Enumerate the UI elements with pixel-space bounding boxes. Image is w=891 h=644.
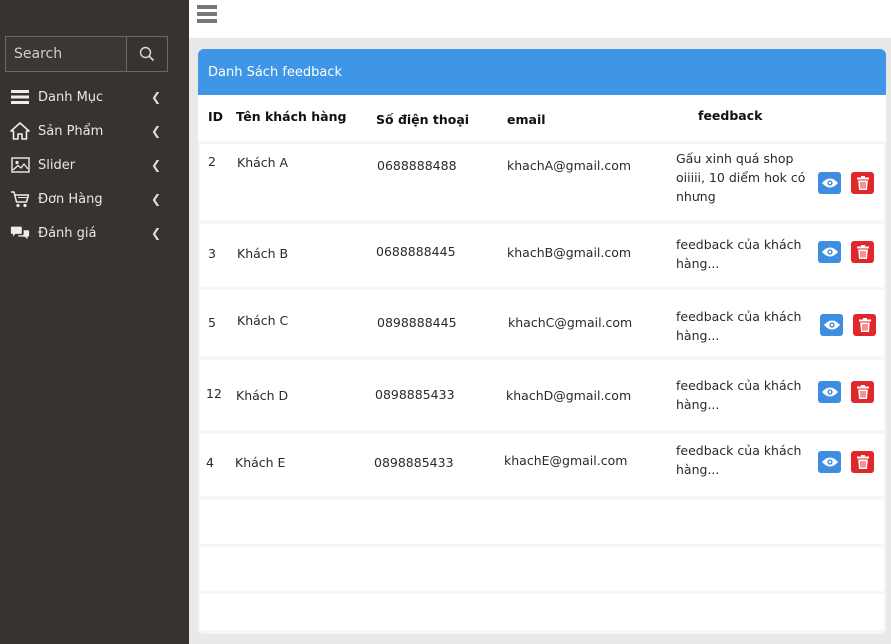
table-row: 2 Khách A 0688888488 khachA@gmail.com Gấ… xyxy=(200,144,884,220)
search-input[interactable] xyxy=(6,37,126,71)
trash-icon xyxy=(856,455,869,469)
cart-icon xyxy=(10,189,30,209)
delete-button[interactable] xyxy=(853,314,876,336)
sidebar-item-san-pham[interactable]: Sản Phẩm ❮ xyxy=(0,114,189,148)
cell-phone: 0688888488 xyxy=(377,158,457,173)
table-row: 12 Khách D 0898885433 khachD@gmail.com f… xyxy=(200,360,884,430)
trash-icon xyxy=(858,318,871,332)
cell-email: khachC@gmail.com xyxy=(508,315,633,330)
cell-id: 12 xyxy=(206,386,222,401)
view-button[interactable] xyxy=(818,172,841,194)
chevron-left-icon: ❮ xyxy=(150,124,161,138)
column-header-name: Tên khách hàng xyxy=(236,109,347,124)
cell-phone: 0898885433 xyxy=(374,455,454,470)
table-header: ID Tên khách hàng Số điện thoại email fe… xyxy=(198,95,886,141)
column-header-id: ID xyxy=(208,109,224,124)
sidebar-item-slider[interactable]: Slider ❮ xyxy=(0,148,189,182)
sidebar-item-label: Danh Mục xyxy=(38,89,104,105)
sidebar-item-label: Đánh giá xyxy=(38,225,97,241)
cell-phone: 0898885433 xyxy=(375,387,455,402)
cell-feedback: feedback của khách hàng... xyxy=(676,309,802,343)
eye-icon xyxy=(823,320,840,330)
cell-feedback: feedback của khách hàng... xyxy=(676,378,802,412)
view-button[interactable] xyxy=(818,451,841,473)
cell-id: 2 xyxy=(208,154,216,169)
sidebar-item-don-hang[interactable]: Đơn Hàng ❮ xyxy=(0,182,189,216)
comments-icon xyxy=(10,223,30,243)
cell-feedback: feedback của khách hàng... xyxy=(676,443,802,477)
column-header-email: email xyxy=(507,112,546,127)
hamburger-icon xyxy=(197,5,217,23)
cell-email: khachE@gmail.com xyxy=(504,453,628,468)
chevron-left-icon: ❮ xyxy=(150,158,161,172)
cell-feedback: feedback của khách hàng... xyxy=(676,237,802,271)
feedback-panel: Danh Sách feedback ID Tên khách hàng Số … xyxy=(198,49,886,634)
eye-icon xyxy=(821,457,838,467)
chevron-left-icon: ❮ xyxy=(150,226,161,240)
view-button[interactable] xyxy=(820,314,843,336)
cell-phone: 0688888445 xyxy=(376,244,456,259)
eye-icon xyxy=(821,387,838,397)
sidebar: Danh Mục ❮ Sản Phẩm ❮ Slider ❮ Đơn Hàng … xyxy=(0,0,189,644)
menu-toggle-button[interactable] xyxy=(197,4,217,28)
search-box xyxy=(5,36,168,72)
chevron-left-icon: ❮ xyxy=(150,192,161,206)
table-row-empty xyxy=(200,547,884,591)
panel-title: Danh Sách feedback xyxy=(198,49,886,95)
sidebar-item-label: Đơn Hàng xyxy=(38,191,103,207)
cell-email: khachA@gmail.com xyxy=(507,158,632,173)
trash-icon xyxy=(856,245,869,259)
cell-name: Khách E xyxy=(235,455,286,470)
delete-button[interactable] xyxy=(851,241,874,263)
cell-email: khachD@gmail.com xyxy=(506,388,632,403)
cell-id: 5 xyxy=(208,315,216,330)
cell-id: 4 xyxy=(206,455,214,470)
table-row: 3 Khách B 0688888445 khachB@gmail.com fe… xyxy=(200,224,884,287)
table-row-empty xyxy=(200,500,884,544)
column-header-feedback: feedback xyxy=(698,108,763,123)
eye-icon xyxy=(821,247,838,257)
table-row-empty xyxy=(200,594,884,630)
image-icon xyxy=(10,155,30,175)
table-row: 5 Khách C 0898888445 khachC@gmail.com fe… xyxy=(200,290,884,356)
list-icon xyxy=(10,87,30,107)
column-header-phone: Số điện thoại xyxy=(376,112,470,127)
delete-button[interactable] xyxy=(851,451,874,473)
sidebar-item-label: Sản Phẩm xyxy=(38,123,104,139)
delete-button[interactable] xyxy=(851,172,874,194)
view-button[interactable] xyxy=(818,381,841,403)
sidebar-menu: Danh Mục ❮ Sản Phẩm ❮ Slider ❮ Đơn Hàng … xyxy=(0,80,189,250)
chevron-left-icon: ❮ xyxy=(150,90,161,104)
cell-email: khachB@gmail.com xyxy=(507,245,632,260)
cell-feedback: Gấu xinh quá shop oiiiii, 10 diểm hok có… xyxy=(676,151,806,204)
view-button[interactable] xyxy=(818,241,841,263)
cell-name: Khách C xyxy=(237,313,289,328)
sidebar-item-danh-gia[interactable]: Đánh giá ❮ xyxy=(0,216,189,250)
trash-icon xyxy=(856,385,869,399)
cell-phone: 0898888445 xyxy=(377,315,457,330)
home-icon xyxy=(10,121,30,141)
cell-name: Khách D xyxy=(236,388,289,403)
delete-button[interactable] xyxy=(851,381,874,403)
cell-id: 3 xyxy=(208,246,216,261)
search-icon xyxy=(139,46,155,62)
trash-icon xyxy=(856,176,869,190)
sidebar-item-label: Slider xyxy=(38,157,76,173)
cell-name: Khách B xyxy=(237,246,289,261)
sidebar-item-danh-muc[interactable]: Danh Mục ❮ xyxy=(0,80,189,114)
topbar xyxy=(189,0,891,38)
eye-icon xyxy=(821,178,838,188)
cell-name: Khách A xyxy=(237,155,289,170)
search-button[interactable] xyxy=(126,37,167,71)
table-row: 4 Khách E 0898885433 khachE@gmail.com fe… xyxy=(200,434,884,496)
